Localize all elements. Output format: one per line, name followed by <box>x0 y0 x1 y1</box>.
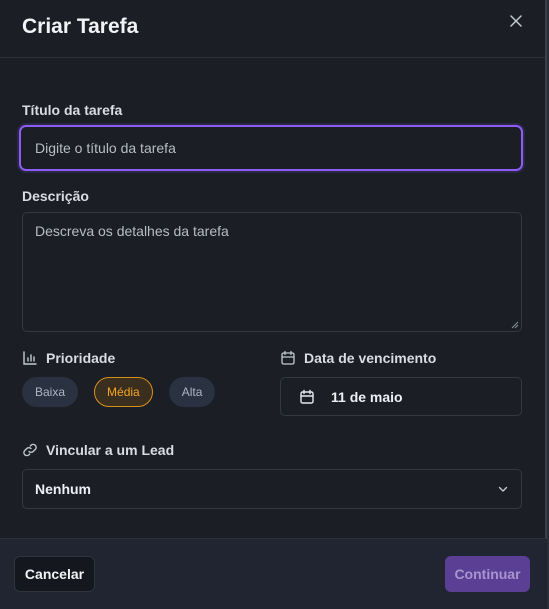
priority-label-row: Prioridade <box>22 349 280 367</box>
calendar-icon <box>300 389 314 404</box>
priority-low-button[interactable]: Baixa <box>22 377 79 407</box>
cancel-button[interactable]: Cancelar <box>14 556 95 592</box>
create-task-dialog: Criar Tarefa Título da tarefa Descrição <box>0 0 547 609</box>
due-date-label: Data de vencimento <box>304 350 437 366</box>
calendar-icon <box>281 350 295 365</box>
dialog-title: Criar Tarefa <box>22 15 139 38</box>
close-button[interactable] <box>507 12 525 30</box>
task-title-field[interactable] <box>19 125 523 171</box>
priority-medium-button[interactable]: Média <box>94 377 153 407</box>
bar-chart-icon <box>23 351 37 365</box>
due-date-label-row: Data de vencimento <box>280 349 522 367</box>
due-date-section: Data de vencimento 11 de maio <box>280 349 522 416</box>
due-date-value: 11 de maio <box>331 388 403 405</box>
close-icon <box>510 15 522 27</box>
dialog-body: Título da tarefa Descrição Prioridade <box>0 101 545 509</box>
description-field[interactable] <box>22 212 522 332</box>
description-label: Descrição <box>22 188 89 204</box>
lead-select[interactable]: Nenhum <box>22 469 522 509</box>
dialog-header: Criar Tarefa <box>0 0 545 58</box>
priority-label: Prioridade <box>46 350 116 366</box>
due-date-picker-button[interactable]: 11 de maio <box>280 377 522 416</box>
priority-options: Baixa Média Alta <box>22 377 280 407</box>
task-title-label: Título da tarefa <box>22 102 123 118</box>
chevron-down-icon <box>498 486 508 492</box>
priority-high-button[interactable]: Alta <box>168 377 216 407</box>
link-icon <box>23 443 37 457</box>
lead-label-row: Vincular a um Lead <box>22 441 523 459</box>
task-title-input[interactable] <box>35 140 507 156</box>
priority-date-row: Prioridade Baixa Média Alta Data de venc… <box>22 349 523 416</box>
dialog-footer: Cancelar Continuar <box>0 538 547 609</box>
continue-button[interactable]: Continuar <box>445 556 530 592</box>
lead-label: Vincular a um Lead <box>46 442 175 458</box>
priority-section: Prioridade Baixa Média Alta <box>22 349 280 416</box>
description-textarea[interactable] <box>23 213 521 331</box>
resize-handle-icon[interactable] <box>511 321 519 329</box>
lead-selected-value: Nenhum <box>35 481 91 497</box>
